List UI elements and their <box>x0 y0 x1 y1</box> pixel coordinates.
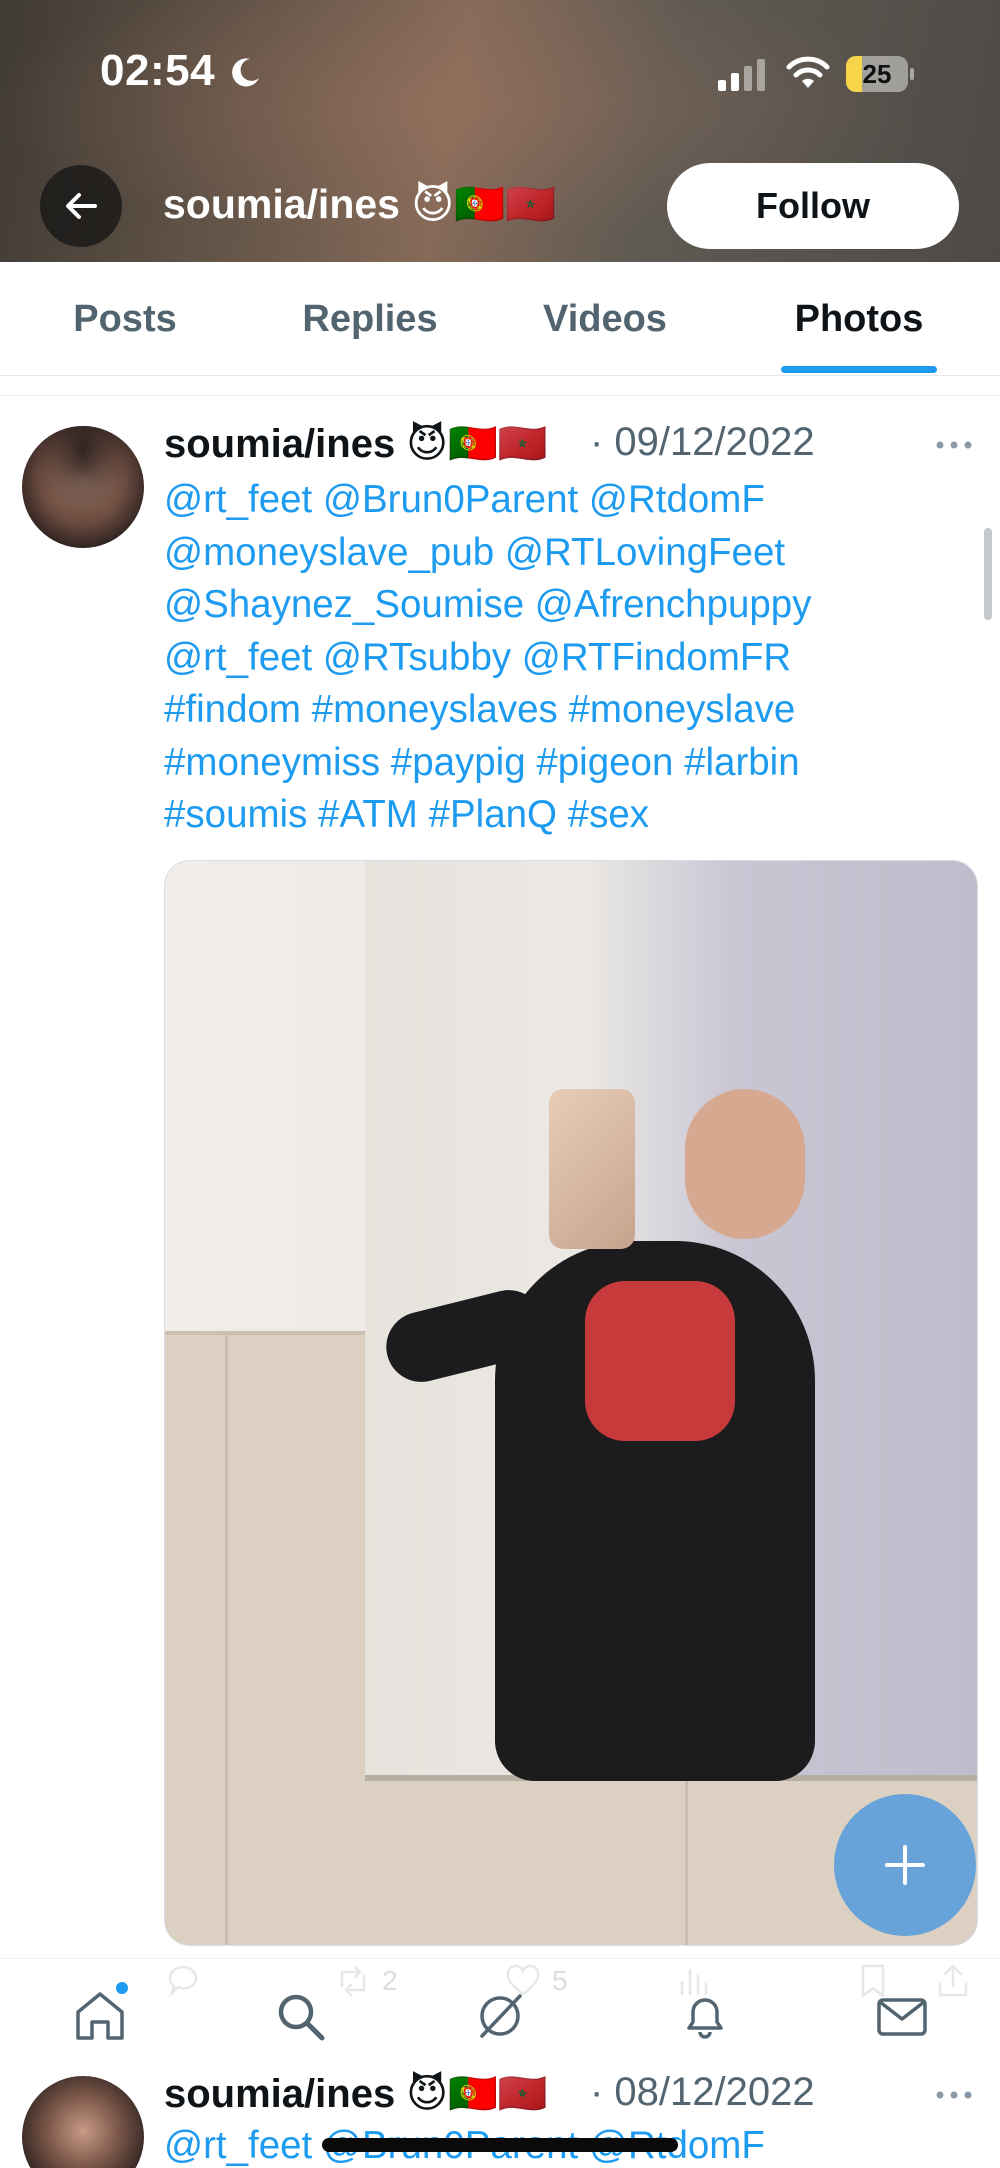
tab-posts[interactable]: Posts <box>40 262 210 376</box>
search-icon <box>278 1994 325 2041</box>
post-text-line[interactable]: @rt_feet @Brun0Parent @RtdomF <box>164 474 964 527</box>
battery-level: 25 <box>862 59 892 89</box>
battery-icon: 25 <box>846 56 914 92</box>
divider <box>0 376 1000 396</box>
bottom-nav <box>0 1958 1000 2044</box>
plus-icon <box>885 1845 925 1885</box>
avatar[interactable] <box>22 426 144 548</box>
compose-button[interactable] <box>834 1794 976 1936</box>
more-options-icon[interactable] <box>934 430 974 460</box>
nav-search[interactable] <box>270 1987 330 2045</box>
home-icon <box>76 1992 124 2040</box>
signal-icon <box>718 59 765 91</box>
back-arrow-icon <box>66 193 97 219</box>
post-text-line[interactable]: #moneymiss #paypig #pigeon #larbin <box>164 737 964 790</box>
status-bar: 02:54 25 <box>0 0 1000 150</box>
follow-button[interactable]: Follow <box>667 163 959 249</box>
profile-tabs: Posts Replies Videos Photos <box>0 262 1000 376</box>
post-text-line[interactable]: #findom #moneyslaves #moneyslave <box>164 684 964 737</box>
messages-icon <box>877 1998 927 2036</box>
home-indicator <box>322 2138 678 2152</box>
post-text-line[interactable]: @moneyslave_pub @RTLovingFeet <box>164 527 964 580</box>
profile-name: soumia/ines 😈🇵🇹🇲🇦 <box>163 181 557 227</box>
moon-icon <box>232 58 259 87</box>
notifications-icon <box>687 1998 723 2039</box>
nav-grok[interactable] <box>470 1987 530 2045</box>
post-photo[interactable] <box>164 860 978 1946</box>
home-unread-dot <box>116 1982 128 1994</box>
post-text-line[interactable]: @rt_feet @RTsubby @RTFindomFR <box>164 632 964 685</box>
status-time: 02:54 <box>100 46 216 95</box>
post-date[interactable]: · 08/12/2022 <box>590 2070 815 2115</box>
wifi-icon <box>786 56 830 88</box>
post-text: @rt_feet @Brun0Parent @RtdomF @moneyslav… <box>164 474 964 842</box>
more-options-icon[interactable] <box>934 2080 974 2110</box>
tab-photos[interactable]: Photos <box>770 262 948 376</box>
post-date[interactable]: · 09/12/2022 <box>590 420 815 465</box>
avatar[interactable] <box>22 2076 144 2168</box>
active-tab-indicator <box>781 366 937 373</box>
tab-videos[interactable]: Videos <box>520 262 690 376</box>
post-author[interactable]: soumia/ines 😈🇵🇹🇲🇦 <box>164 420 548 467</box>
post-text-line[interactable]: @Shaynez_Soumise @Afrenchpuppy <box>164 579 964 632</box>
profile-header: 02:54 25 soumia/ines 😈🇵🇹🇲🇦 Follow <box>0 0 1000 262</box>
nav-notifications[interactable] <box>675 1987 735 2045</box>
post-text-line[interactable]: #soumis #ATM #PlanQ #sex <box>164 789 964 842</box>
tab-replies[interactable]: Replies <box>280 262 460 376</box>
grok-icon <box>480 1994 522 2038</box>
nav-home[interactable] <box>70 1987 130 2045</box>
back-button[interactable] <box>40 165 122 247</box>
nav-messages[interactable] <box>872 1987 932 2045</box>
post-author[interactable]: soumia/ines 😈🇵🇹🇲🇦 <box>164 2070 548 2117</box>
scrollbar[interactable] <box>984 528 992 620</box>
